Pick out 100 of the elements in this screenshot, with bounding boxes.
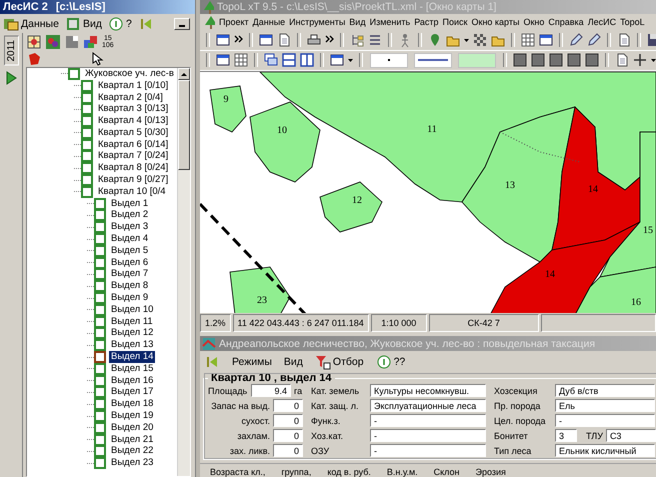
checkbox[interactable] — [68, 68, 80, 80]
checkbox[interactable] — [94, 410, 106, 422]
menu-item[interactable]: TopoL — [620, 17, 645, 28]
chart-blocks-icon[interactable] — [83, 34, 99, 50]
tree-item[interactable]: Квартал 6 [0/14] — [96, 138, 170, 151]
filter-icon[interactable] — [314, 354, 331, 370]
text-field[interactable]: Ельник кисличный — [555, 444, 655, 458]
checkbox[interactable] — [94, 351, 106, 364]
split-columns-icon[interactable] — [299, 52, 315, 68]
forest-parcel[interactable] — [250, 101, 320, 182]
checkbox[interactable] — [81, 92, 93, 104]
toolbar-item[interactable]: Вид — [284, 356, 303, 368]
tree-item[interactable]: Квартал 2 [0/4] — [96, 92, 165, 104]
up-arrow-icon[interactable] — [180, 70, 188, 78]
tree-item[interactable]: Квартал 4 [0/13] — [96, 115, 170, 128]
square-icon[interactable] — [512, 52, 528, 68]
text-field[interactable]: Культуры несомкнувш. — [370, 384, 486, 398]
forest-map-icon[interactable] — [45, 34, 61, 50]
tree-item[interactable]: Выдел 3 — [109, 221, 150, 234]
checkbox[interactable] — [94, 209, 106, 222]
checkbox[interactable] — [94, 221, 106, 234]
checkbox[interactable] — [94, 374, 106, 387]
tree-item[interactable]: Квартал 9 [0/27] — [96, 174, 170, 186]
text-field[interactable]: 0 — [273, 429, 303, 442]
text-field[interactable]: 3 — [555, 429, 577, 442]
tree-item[interactable]: Выдел 20 — [109, 422, 156, 434]
split-rows-icon[interactable] — [281, 52, 297, 68]
tree-item[interactable]: Жуковское уч. лес-в — [83, 68, 176, 80]
checkbox[interactable] — [94, 445, 106, 458]
checkbox[interactable] — [94, 316, 106, 328]
text-field[interactable]: - — [370, 429, 486, 442]
text-field[interactable]: 9.4 — [251, 384, 291, 398]
text-field[interactable]: Дуб в/ств — [555, 384, 655, 398]
checkbox[interactable] — [94, 256, 106, 269]
checkbox[interactable] — [94, 233, 106, 246]
forest-parcel[interactable] — [230, 266, 290, 314]
tree-item[interactable]: Выдел 5 — [109, 244, 150, 257]
text-field[interactable]: - — [370, 414, 486, 428]
checker-icon[interactable] — [472, 32, 488, 48]
checkbox[interactable] — [81, 103, 93, 116]
menu-item[interactable]: Изменить — [370, 17, 410, 28]
square-icon[interactable] — [64, 34, 80, 50]
grid-icon[interactable] — [520, 32, 536, 48]
checkbox[interactable] — [94, 362, 106, 375]
text-field[interactable]: Ель — [555, 399, 655, 412]
grid-map-icon[interactable] — [26, 34, 42, 50]
checkbox[interactable] — [94, 339, 106, 352]
menu-item[interactable]: Проект — [219, 17, 249, 28]
menu-item[interactable]: Инструменты — [289, 17, 346, 28]
checkbox[interactable] — [81, 186, 93, 198]
point-style-field[interactable] — [370, 52, 408, 68]
window-icon[interactable] — [215, 32, 231, 48]
tree-item[interactable]: Выдел 9 — [109, 292, 150, 304]
checkbox[interactable] — [94, 292, 106, 304]
checkbox[interactable] — [81, 174, 93, 186]
menu-item[interactable]: Данные — [21, 18, 59, 30]
text-field[interactable]: С3 — [606, 429, 656, 442]
scroll-up-button[interactable] — [178, 68, 190, 80]
tree-item[interactable]: Квартал 5 [0/30] — [96, 126, 170, 139]
tree-item[interactable]: Выдел 19 — [109, 410, 156, 422]
menu-item[interactable]: Поиск — [442, 17, 468, 28]
tree-item[interactable]: Выдел 4 — [109, 233, 150, 246]
tree-item[interactable]: Квартал 8 [0/24] — [96, 162, 170, 174]
checkbox[interactable] — [94, 398, 106, 410]
toolbar-item[interactable]: ?? — [394, 356, 406, 368]
tree-item[interactable]: Выдел 21 — [109, 434, 156, 446]
tree-item[interactable]: Выдел 6 — [109, 256, 150, 269]
tree-item[interactable]: Квартал 1 [0/10] — [96, 80, 170, 92]
scroll-thumb[interactable] — [178, 80, 190, 170]
checkbox[interactable] — [94, 327, 106, 340]
menu-item[interactable]: Данные — [252, 17, 286, 28]
forest-parcel[interactable] — [574, 266, 656, 314]
checkbox[interactable] — [94, 457, 106, 470]
tree-item[interactable]: Выдел 2 — [109, 209, 150, 222]
checkbox[interactable] — [81, 115, 93, 128]
checkbox[interactable] — [94, 268, 106, 280]
text-field[interactable]: - — [370, 444, 486, 458]
window-icon[interactable] — [538, 32, 554, 48]
cascade-icon[interactable] — [263, 52, 279, 68]
tree-item[interactable]: Выдел 8 — [109, 280, 150, 292]
tree-item[interactable]: Выдел 14 — [109, 351, 156, 364]
tree-item[interactable]: Выдел 22 — [109, 445, 156, 458]
tree-item[interactable]: Квартал 3 [0/13] — [96, 103, 170, 116]
text-field[interactable]: Эксплуатационные леса — [370, 399, 486, 412]
square-icon[interactable] — [584, 52, 600, 68]
checkbox[interactable] — [81, 126, 93, 139]
checkbox[interactable] — [81, 150, 93, 162]
crosshair-icon[interactable] — [632, 52, 648, 68]
tree-item[interactable]: Квартал 10 [0/4 — [96, 186, 168, 198]
pencil-icon[interactable] — [568, 32, 584, 48]
pencil-icon[interactable] — [586, 32, 602, 48]
checkbox[interactable] — [81, 80, 93, 92]
square-icon[interactable] — [530, 52, 546, 68]
checkbox[interactable] — [94, 434, 106, 446]
tree-item[interactable]: Выдел 23 — [109, 457, 156, 470]
panel-icon[interactable] — [64, 16, 81, 32]
menu-item[interactable]: Окно карты — [472, 17, 520, 28]
menu-item[interactable]: Вид — [349, 17, 366, 28]
tree-item[interactable]: Выдел 12 — [109, 327, 156, 340]
toolbar-item[interactable]: Отбор — [332, 356, 364, 368]
